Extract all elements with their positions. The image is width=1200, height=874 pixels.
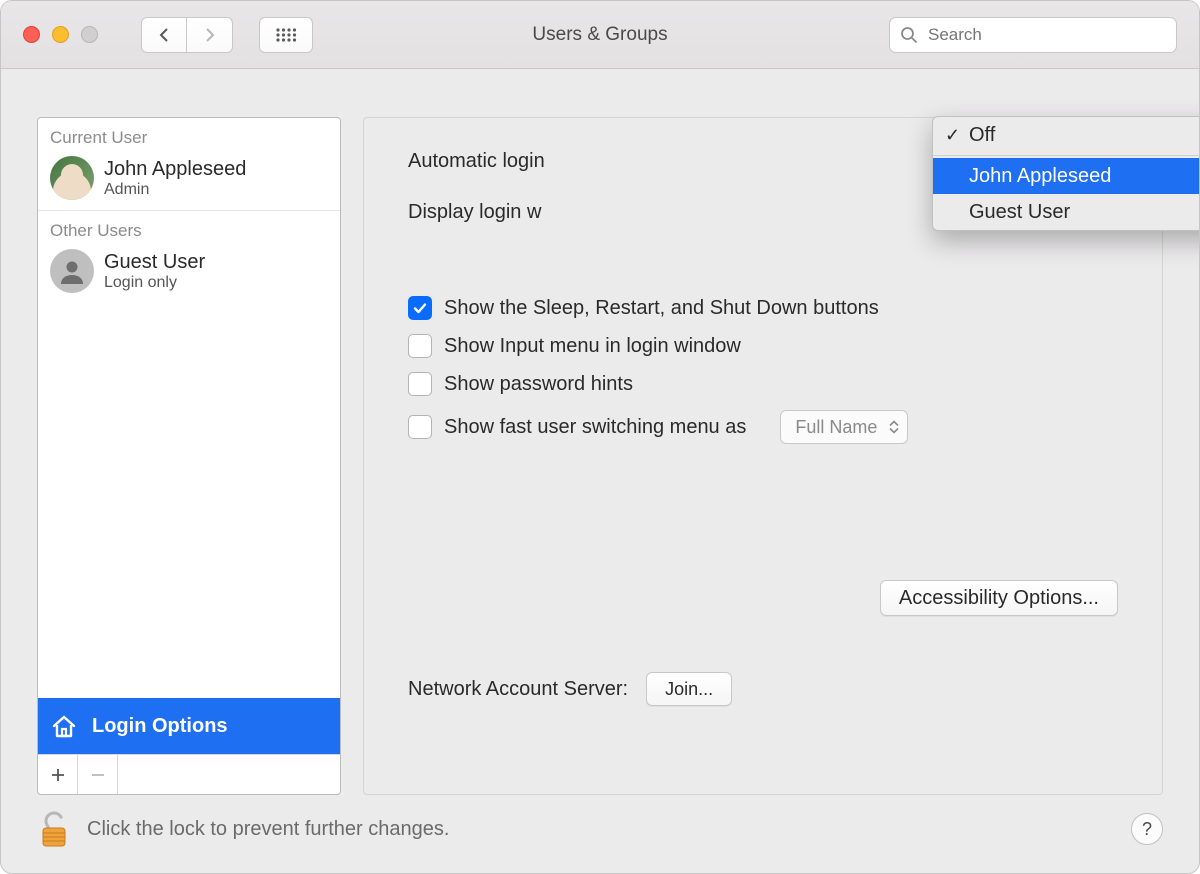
current-user-row[interactable]: John Appleseed Admin (38, 150, 340, 210)
display-login-label: Display login w (408, 201, 541, 224)
minus-icon (90, 767, 106, 783)
checkbox-label: Show password hints (444, 373, 633, 396)
grid-icon (275, 27, 297, 43)
checkbox-input-menu[interactable] (408, 334, 432, 358)
content-area: Current User John Appleseed Admin Other … (37, 117, 1163, 795)
other-user-row[interactable]: Guest User Login only (38, 243, 340, 303)
select-value: Full Name (795, 417, 877, 438)
search-icon (900, 26, 918, 44)
automatic-login-label: Automatic login (408, 150, 545, 173)
traffic-close[interactable] (23, 26, 40, 43)
help-button[interactable]: ? (1131, 813, 1163, 845)
user-role: Login only (104, 274, 205, 292)
accessibility-options-button[interactable]: Accessibility Options... (880, 580, 1118, 616)
checkbox-label: Show the Sleep, Restart, and Shut Down b… (444, 297, 879, 320)
automatic-login-dropdown: Off John Appleseed Guest User (932, 116, 1200, 231)
search-field[interactable] (889, 17, 1177, 53)
fast-user-switching-select[interactable]: Full Name (780, 410, 908, 444)
dropdown-option-off[interactable]: Off (933, 117, 1200, 153)
toolbar: Users & Groups (1, 1, 1199, 69)
person-icon (58, 257, 86, 285)
user-name: Guest User (104, 251, 205, 274)
sidebar-footer (38, 754, 340, 794)
search-input[interactable] (926, 24, 1166, 46)
nav-group (141, 17, 233, 53)
chevron-right-icon (203, 27, 217, 43)
traffic-zoom (81, 26, 98, 43)
plus-icon (50, 767, 66, 783)
checkbox-fast-user-switching[interactable] (408, 415, 432, 439)
lock-hint: Click the lock to prevent further change… (87, 818, 449, 841)
join-button[interactable]: Join... (646, 672, 732, 706)
checkbox-password-hints[interactable] (408, 372, 432, 396)
unlocked-lock-icon (37, 808, 71, 850)
traffic-minimize[interactable] (52, 26, 69, 43)
dropdown-option-guest[interactable]: Guest User (933, 194, 1200, 230)
chevron-left-icon (157, 27, 171, 43)
sidebar-other-users-header: Other Users (38, 211, 340, 243)
check-icon (412, 300, 428, 316)
traffic-lights (23, 26, 98, 43)
avatar-generic (50, 249, 94, 293)
forward-button[interactable] (187, 17, 233, 53)
remove-user-button[interactable] (78, 755, 118, 794)
login-options-label: Login Options (92, 715, 228, 738)
house-icon (50, 712, 78, 740)
divider (933, 155, 1200, 156)
lock-button[interactable] (37, 808, 71, 850)
user-role: Admin (104, 181, 246, 199)
users-sidebar: Current User John Appleseed Admin Other … (37, 117, 341, 795)
login-options-pane: Automatic login Display login w Show the… (363, 117, 1163, 795)
back-button[interactable] (141, 17, 187, 53)
user-name: John Appleseed (104, 158, 246, 181)
avatar (50, 156, 94, 200)
window-root: Users & Groups Current User John Applese… (0, 0, 1200, 874)
checkbox-sleep-restart-shutdown[interactable] (408, 296, 432, 320)
add-user-button[interactable] (38, 755, 78, 794)
network-account-server-label: Network Account Server: (408, 678, 628, 701)
show-all-button[interactable] (259, 17, 313, 53)
up-down-icon (889, 421, 899, 434)
checkbox-label: Show Input menu in login window (444, 335, 741, 358)
checkbox-label: Show fast user switching menu as (444, 416, 746, 439)
bottom-bar: Click the lock to prevent further change… (37, 801, 1163, 857)
sidebar-current-user-header: Current User (38, 118, 340, 150)
dropdown-option-john[interactable]: John Appleseed (933, 158, 1200, 194)
sidebar-login-options[interactable]: Login Options (38, 698, 340, 754)
